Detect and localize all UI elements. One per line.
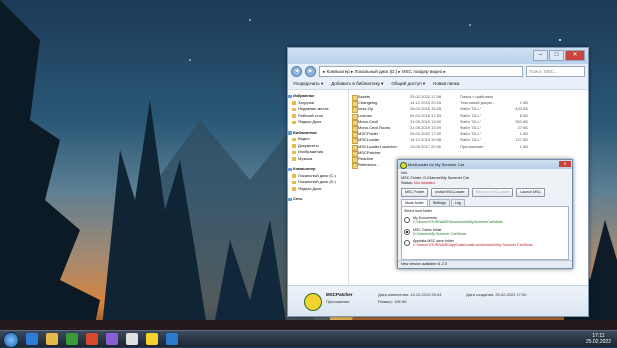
tab-log[interactable]: Log xyxy=(450,199,465,206)
radio-game-folder[interactable] xyxy=(404,228,410,235)
taskbar-app-icon[interactable] xyxy=(166,333,178,345)
folder-icon xyxy=(292,187,296,191)
taskbar-app-icon[interactable] xyxy=(86,333,98,345)
folder-icon xyxy=(352,163,358,170)
details-size: Размер: 108 КБ xyxy=(378,299,407,304)
folder-icon xyxy=(292,137,296,141)
folder-icon xyxy=(292,101,296,105)
toolbar-new-folder[interactable]: Новая папка xyxy=(433,81,459,86)
taskbar-app-icon[interactable] xyxy=(106,333,118,345)
maximize-button[interactable]: □ xyxy=(549,50,564,61)
info-box: Info MSC Folder: D:\Games\My Summer Car … xyxy=(401,171,569,186)
dialog-title: ModLoader for My Summer Car xyxy=(408,162,465,167)
tab-settings[interactable]: Settings xyxy=(428,199,450,206)
status-value: Not installed xyxy=(413,181,435,185)
taskbar: 17:11 25.02.2022 xyxy=(0,330,617,348)
radio-appdata[interactable] xyxy=(404,240,410,247)
option-my-documents[interactable]: My Documents C:\Users\YOURNAME\Documents\… xyxy=(404,216,566,225)
details-pane: MSCPatcher Приложение Дата изменения: 14… xyxy=(288,285,588,316)
minimize-button[interactable]: – xyxy=(533,50,548,61)
drive-icon xyxy=(292,180,296,184)
toolbar-organize[interactable]: Упорядочить ▾ xyxy=(293,81,323,87)
folder-icon xyxy=(292,144,296,148)
folder-icon xyxy=(292,150,296,154)
computer-icon xyxy=(288,167,292,171)
taskbar-app-icon[interactable] xyxy=(126,333,138,345)
taskbar-modloader-icon[interactable] xyxy=(146,333,158,345)
navigation-pane: Избранное Загрузки Недавние места Рабочи… xyxy=(288,90,349,286)
modloader-dialog[interactable]: ModLoader for My Summer Car ✕ Info MSC F… xyxy=(397,159,573,269)
details-modified: Дата изменения: 14.12.2019 20:04 xyxy=(378,292,442,297)
status-line: Status: Not installed xyxy=(401,181,435,185)
nav-item[interactable]: Музыка xyxy=(288,156,348,163)
mscpatcher-logo-icon xyxy=(304,293,322,311)
dialog-titlebar[interactable]: ModLoader for My Summer Car ✕ xyxy=(398,160,572,169)
explorer-toolbar: Упорядочить ▾ Добавить в библиотеку ▾ Об… xyxy=(288,78,588,90)
address-bar[interactable]: ▸ Компьютер ▸ Локальный диск (D:) ▸ MSC … xyxy=(319,65,523,77)
network-icon xyxy=(288,197,292,201)
option-appdata[interactable]: Appdata MSC save folder C:\Users\YOURNAME… xyxy=(404,239,566,248)
dialog-close-button[interactable]: ✕ xyxy=(559,161,571,167)
dialog-status-bar: New version available v1.2.5 xyxy=(398,260,572,268)
msc-folder-button[interactable]: MSC Folder xyxy=(401,188,429,197)
taskbar-explorer-icon[interactable] xyxy=(46,333,58,345)
details-subtitle: Приложение xyxy=(326,299,350,304)
nav-item[interactable]: Яндекс.Диск xyxy=(288,119,348,126)
folder-icon xyxy=(292,107,296,111)
close-button[interactable]: ✕ xyxy=(565,50,585,61)
explorer-titlebar[interactable]: – □ ✕ xyxy=(288,48,588,64)
taskbar-app-icon[interactable] xyxy=(66,333,78,345)
details-created: Дата создания: 25.02.2022 17:00 xyxy=(466,292,527,297)
taskbar-clock[interactable]: 17:11 25.02.2022 xyxy=(586,333,611,345)
option-game-folder[interactable]: MSC Game folder D:\Games\My Summer Car\Mo… xyxy=(404,228,566,237)
mods-folder-panel: Select mod folder My Documents C:\Users\Y… xyxy=(401,206,569,260)
forward-button[interactable]: ▶ xyxy=(305,65,316,77)
toolbar-share[interactable]: Общий доступ ▾ xyxy=(391,81,425,87)
nav-group-network[interactable]: Сеть xyxy=(288,196,348,203)
radio-my-documents[interactable] xyxy=(404,217,410,223)
star-icon xyxy=(288,94,292,98)
folder-icon xyxy=(292,114,296,118)
tab-mods-folder[interactable]: Mods folder xyxy=(401,199,428,206)
install-button[interactable]: Install MSCLoader xyxy=(431,188,469,197)
details-file-name: MSCPatcher xyxy=(326,292,353,297)
start-button[interactable] xyxy=(3,332,19,348)
taskbar-app-icon[interactable] xyxy=(26,333,38,345)
remove-button[interactable]: Remove MSCLoader xyxy=(471,188,514,197)
nav-item[interactable]: Яндекс.Диск xyxy=(288,186,348,193)
drive-icon xyxy=(292,174,296,178)
toolbar-add-library[interactable]: Добавить в библиотеку ▾ xyxy=(331,81,383,87)
app-icon xyxy=(400,162,407,169)
library-icon xyxy=(288,131,292,135)
folder-icon xyxy=(292,120,296,124)
folder-icon xyxy=(292,157,296,161)
back-button[interactable]: ◀ xyxy=(291,65,302,77)
launch-button[interactable]: Launch MSC xyxy=(516,188,546,197)
select-folder-label: Select mod folder xyxy=(404,209,432,213)
search-input[interactable]: Поиск: MSC... xyxy=(526,65,585,77)
